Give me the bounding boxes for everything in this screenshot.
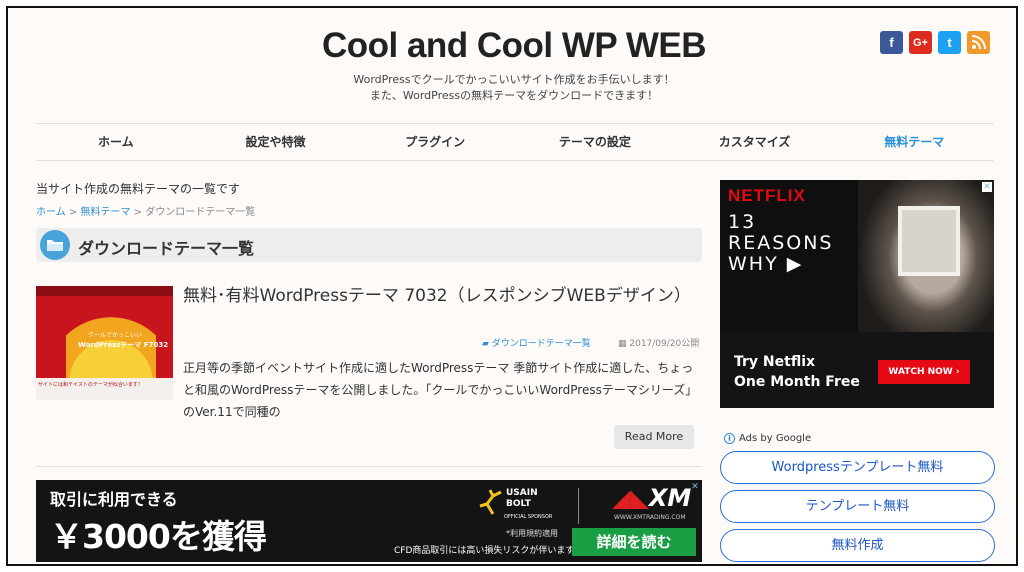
breadcrumb-separator: >	[130, 207, 146, 218]
xm-mark-icon: ◢◣	[612, 484, 649, 512]
breadcrumb-free-themes[interactable]: 無料テーマ	[80, 207, 130, 218]
breadcrumb-separator: >	[65, 207, 81, 218]
google-plus-icon[interactable]: G+	[909, 31, 932, 54]
tagline-line-1: WordPressでクールでかっこいいサイト作成をお手伝いします！	[353, 73, 675, 86]
ads-by-google-label: Ads by Google	[739, 433, 812, 444]
ad-link-template[interactable]: テンプレート無料	[720, 490, 995, 523]
ad-terms: *利用規約適用	[506, 529, 558, 538]
post-excerpt: 正月等の季節イベントサイト作成に適したWordPressテーマ 季節サイト作成に…	[183, 361, 698, 419]
post-title[interactable]: 無料･有料WordPressテーマ 7032（レスポンシブWEBデザイン）	[183, 285, 703, 307]
runner-icon	[479, 489, 502, 515]
nav-item-free-themes[interactable]: 無料テーマ	[834, 124, 994, 160]
netflix-logo: NETFLIX	[728, 186, 806, 205]
folder-icon	[40, 230, 70, 260]
xm-url: WWW.XMTRADING.COM	[614, 514, 686, 521]
post-date-label: 2017/09/20公開	[629, 339, 700, 349]
breadcrumb: ホーム > 無料テーマ > ダウンロードテーマ一覧	[36, 203, 255, 218]
xm-banner-ad[interactable]: 取引に利用できる ￥3000を獲得 USAIN BOLT OFFICIAL SP…	[36, 480, 702, 562]
thumbnail-caption: クールでかっこいい	[88, 332, 143, 339]
nav-item-settings-features[interactable]: 設定や特徴	[196, 124, 356, 160]
show-title-line-2: REASONS	[728, 232, 834, 254]
rss-icon[interactable]	[967, 31, 990, 54]
official-sponsor: OFFICIAL SPONSOR	[504, 514, 553, 520]
bolt-text: BOLT	[506, 499, 531, 509]
thumbnail-footer-text: サイトには和テイストのテーマが似合います！	[38, 382, 143, 388]
info-icon: i	[724, 433, 735, 444]
xm-brand: XM	[648, 484, 692, 512]
ad-offer: Try Netflix One Month Free	[734, 352, 860, 392]
ads-by-google[interactable]: i Ads by Google	[724, 433, 811, 444]
folder-icon: ▰	[482, 339, 492, 349]
ad-polaroid-image	[898, 206, 960, 276]
twitter-icon[interactable]: t	[938, 31, 961, 54]
rss-glyph	[971, 35, 986, 50]
ad-offer-line-2: One Month Free	[734, 374, 860, 390]
calendar-icon: ▦	[618, 339, 630, 349]
read-more-button[interactable]: Read More	[614, 425, 694, 449]
facebook-icon[interactable]: f	[880, 31, 903, 54]
ad-risk-warning: CFD商品取引には高い損失リスクが伴います。	[394, 546, 583, 556]
ad-link-free-creation[interactable]: 無料作成	[720, 529, 995, 562]
section-heading: ダウンロードテーマ一覧	[36, 228, 702, 262]
nav-item-home[interactable]: ホーム	[36, 124, 196, 160]
thumbnail-theme-name: WordPressテーマ F7032	[78, 341, 169, 349]
page-intro: 当サイト作成の無料テーマの一覧です	[36, 182, 241, 196]
main-nav: ホーム 設定や特徴 プラグイン テーマの設定 カスタマイズ 無料テーマ	[36, 123, 994, 161]
social-links: f G+ t	[880, 31, 990, 54]
nav-item-plugins[interactable]: プラグイン	[355, 124, 515, 160]
post-category-label: ダウンロードテーマ一覧	[491, 339, 591, 349]
browser-frame: Cool and Cool WP WEB WordPressでクールでかっこいい…	[6, 6, 1018, 566]
ad-headline: 取引に利用できる	[50, 490, 178, 509]
show-title-line-3: WHY ▶	[728, 253, 804, 275]
post-category[interactable]: ▰ ダウンロードテーマ一覧	[482, 336, 591, 349]
thumbnail-header	[36, 286, 173, 296]
tagline-line-2: また、WordPressの無料テーマをダウンロードできます！	[369, 89, 659, 102]
usain-bolt-logo: USAIN BOLT	[506, 488, 538, 510]
ad-link-wordpress-template[interactable]: Wordpressテンプレート無料	[720, 451, 995, 484]
site-tagline: WordPressでクールでかっこいいサイト作成をお手伝いします！ また、Wor…	[8, 72, 1016, 104]
nav-item-theme-settings[interactable]: テーマの設定	[515, 124, 675, 160]
folder-glyph	[47, 240, 63, 251]
post-date: ▦ 2017/09/20公開	[618, 336, 699, 349]
ad-close-icon[interactable]: ✕	[982, 182, 992, 192]
usain-text: USAIN	[506, 488, 538, 498]
ad-cta-button[interactable]: 詳細を読む	[572, 528, 696, 556]
watch-now-button[interactable]: WATCH NOW ›	[878, 360, 970, 384]
xm-logo: ◢◣XM	[612, 484, 691, 512]
show-title-line-1: 13	[728, 211, 757, 233]
breadcrumb-current: ダウンロードテーマ一覧	[145, 207, 256, 218]
site-title[interactable]: Cool and Cool WP WEB	[8, 26, 1016, 66]
divider	[36, 466, 702, 467]
ad-close-icon[interactable]: ✕	[690, 482, 700, 492]
show-title: 13 REASONS WHY ▶	[728, 212, 834, 275]
ad-bonus: ￥3000を獲得	[50, 517, 267, 556]
post-thumbnail[interactable]: クールでかっこいい WordPressテーマ F7032 サイトには和テイストの…	[36, 286, 173, 400]
nav-item-customize[interactable]: カスタマイズ	[675, 124, 835, 160]
section-title: ダウンロードテーマ一覧	[78, 239, 255, 258]
breadcrumb-home[interactable]: ホーム	[36, 207, 66, 218]
netflix-ad[interactable]: NETFLIX 13 REASONS WHY ▶ Try Netflix One…	[720, 180, 994, 408]
ad-offer-line-1: Try Netflix	[734, 354, 816, 370]
divider	[578, 488, 579, 524]
